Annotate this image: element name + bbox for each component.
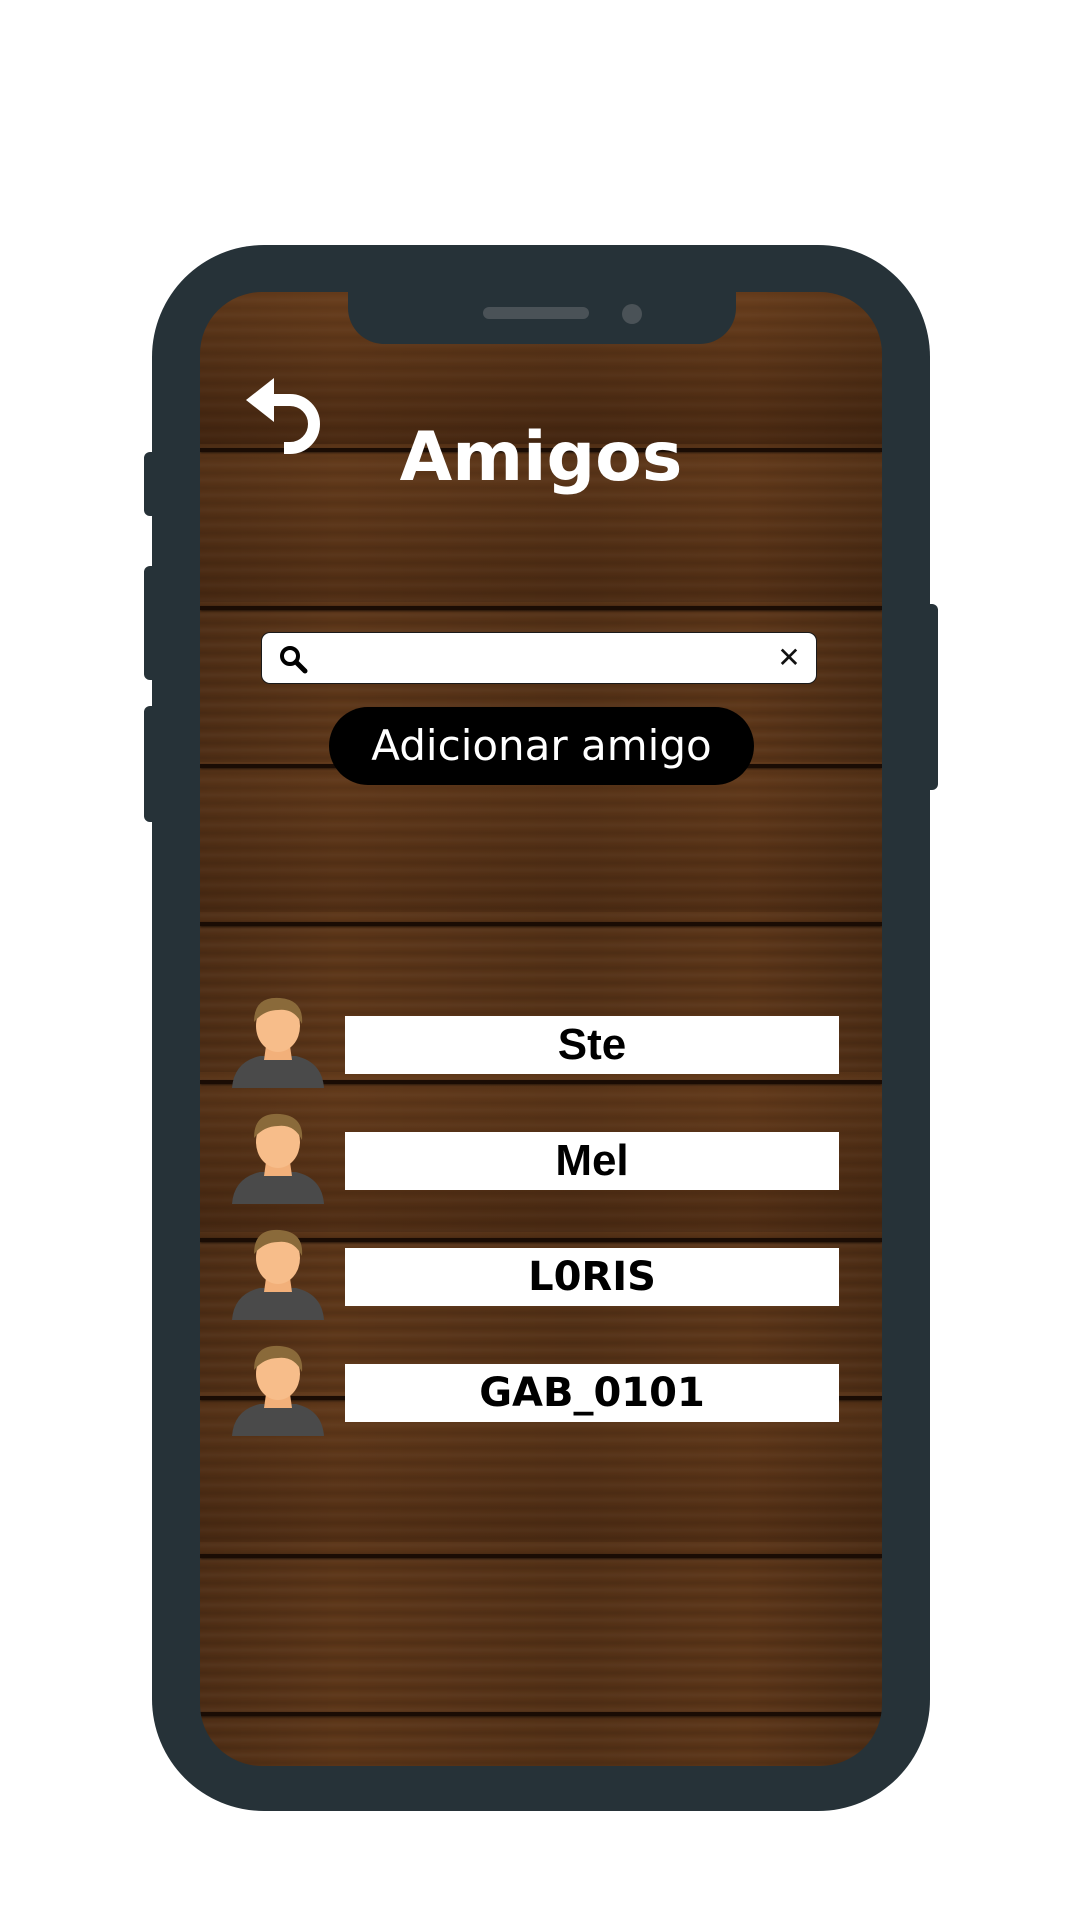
plank-divider xyxy=(200,606,882,610)
list-item[interactable]: Ste xyxy=(200,990,882,1090)
user-avatar-icon xyxy=(230,1222,326,1322)
app-screen: Amigos ✕ Adicionar amigo Ste Mel L0RIS G… xyxy=(200,292,882,1766)
friend-name: L0RIS xyxy=(345,1248,839,1306)
plank-divider xyxy=(200,1712,882,1716)
plank-divider xyxy=(200,1554,882,1558)
user-avatar-icon xyxy=(230,1338,326,1438)
friend-name: Mel xyxy=(345,1132,839,1190)
user-avatar-icon xyxy=(230,1106,326,1206)
list-item[interactable]: GAB_0101 xyxy=(200,1338,882,1438)
page-title: Amigos xyxy=(399,418,683,497)
search-icon xyxy=(278,644,308,674)
list-item[interactable]: Mel xyxy=(200,1106,882,1206)
friend-name: GAB_0101 xyxy=(345,1364,839,1422)
clear-icon[interactable]: ✕ xyxy=(772,641,806,675)
list-item[interactable]: L0RIS xyxy=(200,1222,882,1322)
speaker-grille xyxy=(483,307,589,319)
notch xyxy=(348,292,736,344)
front-camera xyxy=(622,304,642,324)
friend-name: Ste xyxy=(345,1016,839,1074)
user-avatar-icon xyxy=(230,990,326,1090)
search-input[interactable] xyxy=(318,639,762,681)
add-friend-button[interactable]: Adicionar amigo xyxy=(329,707,754,785)
search-bar[interactable]: ✕ xyxy=(261,632,817,684)
plank-divider xyxy=(200,922,882,926)
